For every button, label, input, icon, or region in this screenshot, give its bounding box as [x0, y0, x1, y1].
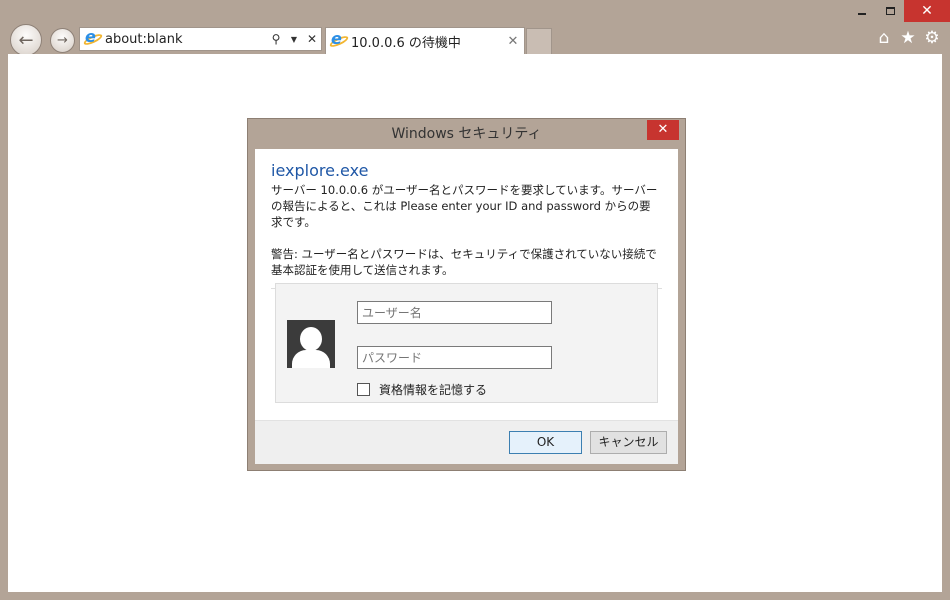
- address-text[interactable]: about:blank: [105, 32, 267, 47]
- dialog-warning: 警告: ユーザー名とパスワードは、セキュリティで保護されていない接続で基本認証を…: [271, 247, 657, 277]
- cancel-button[interactable]: キャンセル: [590, 431, 667, 454]
- credential-box: 資格情報を記憶する: [275, 283, 658, 403]
- app-name: iexplore.exe: [271, 161, 369, 180]
- tab-ie-icon: e: [328, 31, 350, 49]
- maximize-icon: [885, 7, 895, 15]
- search-icon[interactable]: ⚲: [267, 32, 285, 46]
- dialog-message: サーバー 10.0.0.6 がユーザー名とパスワードを要求しています。サーバーの…: [271, 183, 658, 229]
- arrow-left-icon: ←: [18, 29, 34, 51]
- dialog-body: iexplore.exe サーバー 10.0.0.6 がユーザー名とパスワードを…: [255, 149, 678, 420]
- address-bar[interactable]: e about:blank ⚲ ▼ ✕: [79, 27, 322, 51]
- back-button[interactable]: ←: [10, 24, 42, 56]
- window-close-button[interactable]: ✕: [904, 0, 950, 22]
- arrow-right-icon: →: [57, 33, 68, 48]
- window-controls: ✕: [848, 0, 950, 22]
- remember-credentials[interactable]: 資格情報を記憶する: [357, 381, 487, 398]
- stop-icon[interactable]: ✕: [303, 32, 321, 46]
- password-input[interactable]: [357, 346, 552, 369]
- remember-checkbox[interactable]: [357, 383, 370, 396]
- toolbar: ⌂ ★ ⚙: [874, 28, 942, 48]
- tab-title: 10.0.0.6 の待機中: [351, 35, 461, 51]
- dialog-title: Windows セキュリティ: [391, 126, 542, 142]
- gear-icon[interactable]: ⚙: [922, 28, 942, 48]
- ok-button[interactable]: OK: [509, 431, 582, 454]
- home-icon[interactable]: ⌂: [874, 28, 894, 48]
- forward-button[interactable]: →: [50, 28, 75, 53]
- dialog-footer: OK キャンセル: [255, 420, 678, 464]
- minimize-button[interactable]: [848, 0, 876, 22]
- username-input[interactable]: [357, 301, 552, 324]
- new-tab-button[interactable]: [526, 28, 552, 54]
- tab-close-icon[interactable]: ✕: [502, 34, 524, 49]
- dropdown-icon[interactable]: ▼: [285, 35, 303, 44]
- remember-label: 資格情報を記憶する: [379, 383, 488, 397]
- maximize-button[interactable]: [876, 0, 904, 22]
- minimize-icon: [858, 13, 866, 15]
- user-avatar-icon: [287, 320, 335, 368]
- close-icon: ✕: [921, 3, 933, 19]
- dialog-close-button[interactable]: ✕: [647, 120, 679, 140]
- star-icon[interactable]: ★: [898, 28, 918, 48]
- ie-icon: e: [82, 29, 104, 47]
- security-dialog: Windows セキュリティ ✕ iexplore.exe サーバー 10.0.…: [247, 118, 686, 471]
- close-icon: ✕: [657, 122, 669, 137]
- browser-tab[interactable]: e 10.0.0.6 の待機中 ✕: [325, 27, 525, 54]
